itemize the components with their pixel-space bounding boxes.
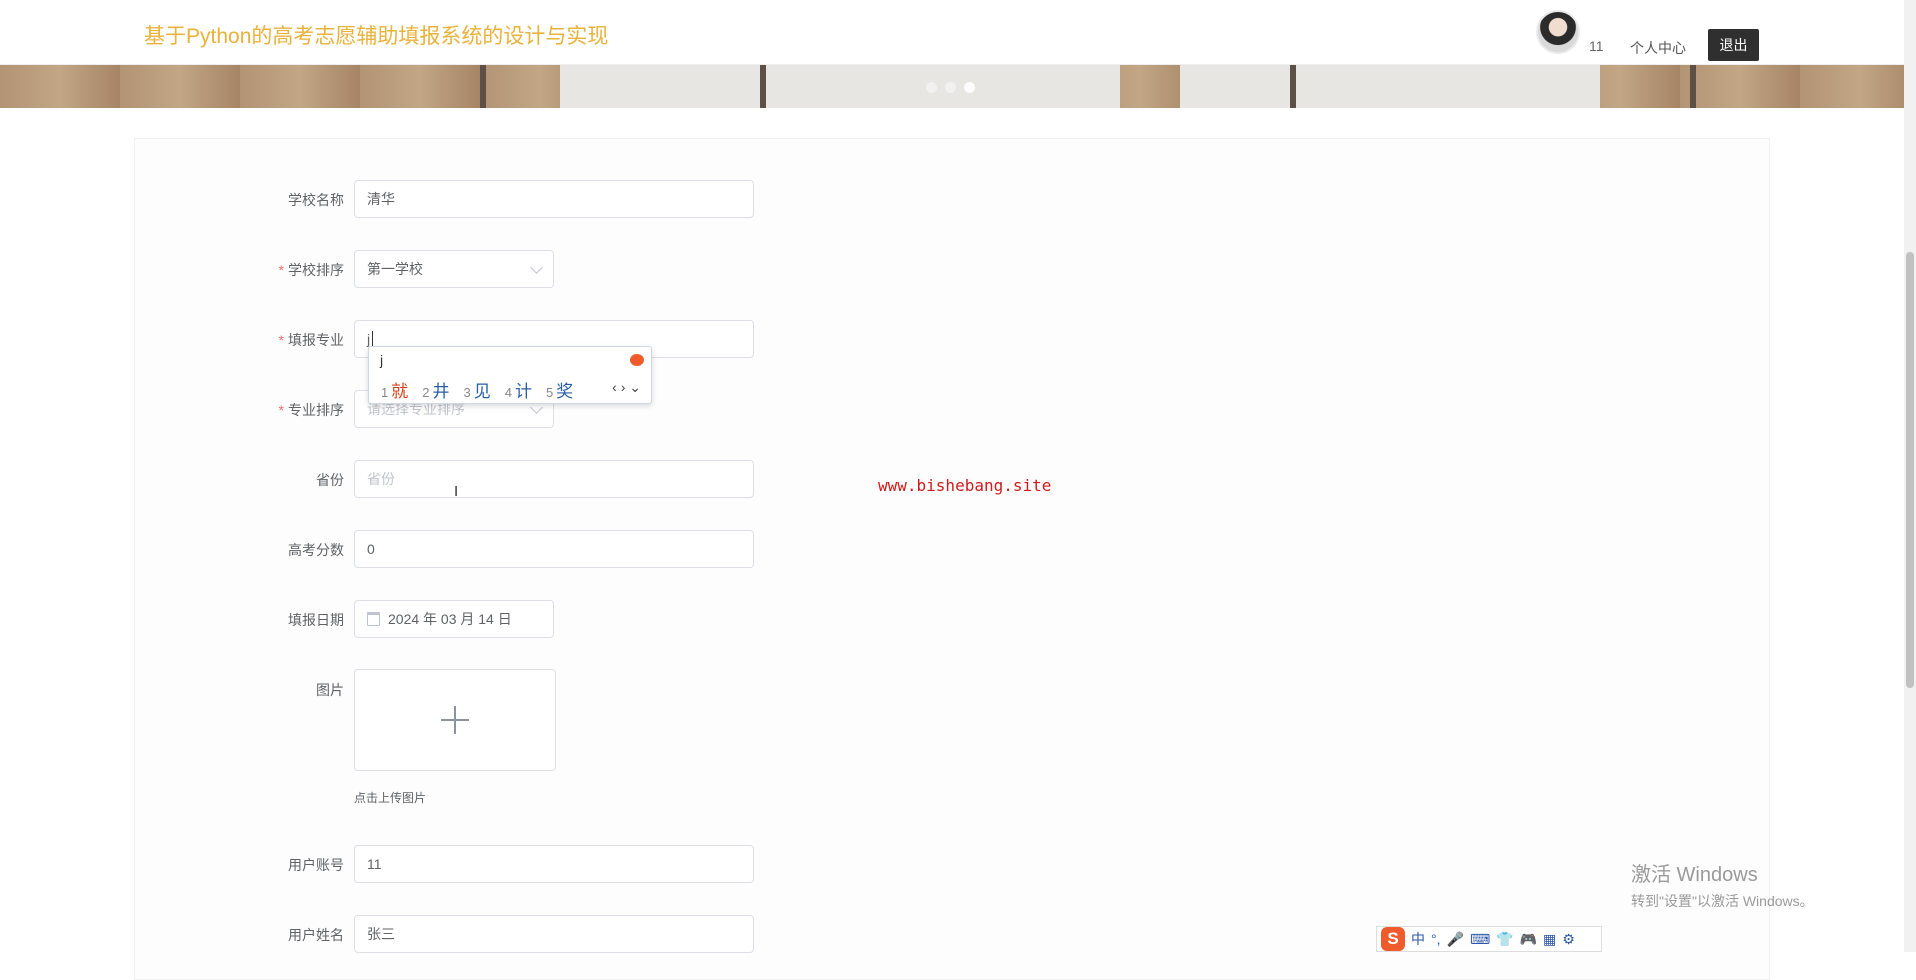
ime-pinyin: j [380, 352, 384, 368]
major-value: j [367, 331, 371, 347]
major-rank-label: * 专业排序 [278, 402, 344, 418]
school-name-input[interactable]: 清华 [354, 180, 754, 218]
required-mark: * [278, 262, 284, 278]
sogou-s-icon[interactable]: S [1381, 927, 1405, 951]
school-name-label: 学校名称 [288, 192, 344, 208]
date-label: 填报日期 [288, 612, 344, 628]
account-value: 11 [367, 856, 382, 872]
school-rank-label: * 学校排序 [278, 262, 344, 278]
punctuation-icon[interactable]: °, [1431, 931, 1441, 947]
name-value: 张三 [367, 926, 395, 942]
banner-chair-leg [760, 64, 766, 108]
watermark-text: www.bishebang.site [878, 476, 1052, 495]
top-header: 基于Python的高考志愿辅助填报系统的设计与实现 11 个人中心 退出 [0, 0, 1904, 65]
skin-icon[interactable]: 👕 [1496, 931, 1513, 948]
required-mark: * [278, 402, 284, 418]
ime-page-nav[interactable]: ‹ › ⌄ [612, 379, 641, 396]
activation-title: 激活 Windows [1631, 864, 1758, 886]
required-mark: * [278, 332, 284, 348]
activation-subtitle: 转到"设置"以激活 Windows。 [1631, 893, 1814, 909]
carousel-dot-1[interactable] [926, 82, 937, 93]
banner-desk [1180, 64, 1600, 108]
logout-button[interactable]: 退出 [1708, 29, 1759, 61]
banner-desk [560, 64, 1120, 108]
carousel-dot-3[interactable] [964, 82, 975, 93]
date-value: 2024 年 03 月 14 日 [388, 611, 512, 627]
ime-candidate[interactable]: 3见 [463, 377, 490, 402]
user-id: 11 [1589, 38, 1604, 54]
score-input[interactable]: 0 [354, 530, 754, 568]
scrollbar-thumb[interactable] [1906, 252, 1914, 688]
game-icon[interactable]: 🎮 [1520, 931, 1537, 948]
account-input[interactable]: 11 [354, 845, 754, 883]
image-label: 图片 [316, 682, 344, 698]
toolbox-icon[interactable]: ▦ [1543, 931, 1556, 948]
plus-icon [454, 706, 456, 734]
text-caret [372, 331, 374, 347]
user-avatar[interactable] [1536, 10, 1580, 54]
school-rank-select[interactable]: 第一学校 [354, 250, 554, 288]
ime-candidate-popup[interactable]: j 1就 2井 3见 4计 5奖 ‹ › ⌄ [368, 346, 652, 404]
ime-toolbar[interactable]: S 中 °, 🎤 ⌨ 👕 🎮 ▦ ⚙ [1376, 926, 1602, 952]
school-name-value: 清华 [367, 191, 395, 207]
school-rank-value: 第一学校 [367, 261, 423, 277]
ime-candidate-list: 1就 2井 3见 4计 5奖 [381, 377, 573, 402]
sogou-logo-icon [630, 354, 644, 366]
ime-candidate[interactable]: 1就 [381, 377, 408, 402]
carousel-indicators [926, 82, 975, 93]
mouse-text-cursor: I [454, 483, 459, 500]
banner-chair-leg [480, 64, 486, 108]
settings-icon[interactable]: ⚙ [1562, 931, 1575, 948]
name-label: 用户姓名 [288, 927, 344, 943]
major-label: * 填报专业 [278, 332, 344, 348]
score-value: 0 [367, 541, 375, 557]
upload-tip: 点击上传图片 [354, 791, 427, 805]
windows-activation-notice: 激活 Windows 转到"设置"以激活 Windows。 [1631, 858, 1814, 911]
banner-chair-leg [1290, 64, 1296, 108]
name-input[interactable]: 张三 [354, 915, 754, 953]
ime-candidate[interactable]: 5奖 [546, 377, 573, 402]
province-placeholder: 省份 [367, 471, 395, 487]
carousel-dot-2[interactable] [945, 82, 956, 93]
site-title[interactable]: 基于Python的高考志愿辅助填报系统的设计与实现 [144, 20, 608, 50]
ime-candidate[interactable]: 4计 [505, 377, 532, 402]
province-input[interactable]: 省份 [354, 460, 754, 498]
chinese-mode-icon[interactable]: 中 [1411, 929, 1425, 949]
date-picker[interactable]: 2024 年 03 月 14 日 [354, 600, 554, 638]
chevron-down-icon [530, 261, 543, 274]
keyboard-icon[interactable]: ⌨ [1470, 931, 1490, 948]
ime-candidate[interactable]: 2井 [422, 377, 449, 402]
province-label: 省份 [316, 472, 344, 488]
account-label: 用户账号 [288, 857, 344, 873]
score-label: 高考分数 [288, 542, 344, 558]
calendar-icon [367, 612, 380, 626]
banner-chair-leg [1690, 64, 1696, 108]
microphone-icon[interactable]: 🎤 [1447, 931, 1464, 948]
profile-link[interactable]: 个人中心 [1630, 38, 1686, 58]
image-upload-box[interactable] [354, 669, 556, 771]
